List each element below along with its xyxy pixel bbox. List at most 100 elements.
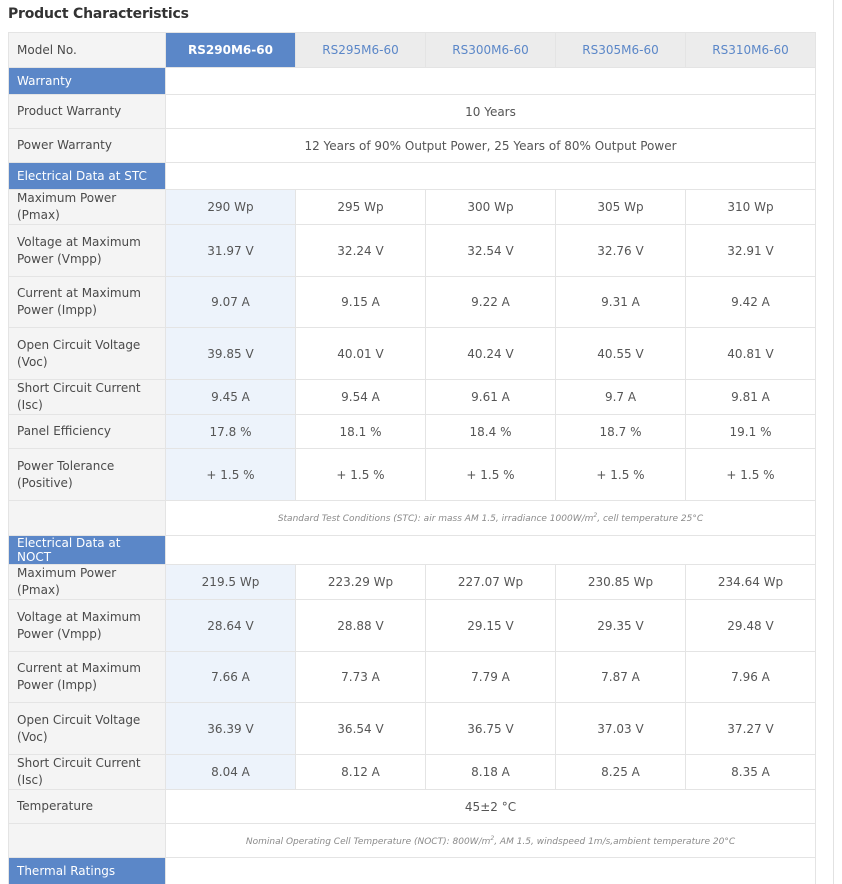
cell-value: 300 Wp — [425, 189, 556, 225]
cell-value: 310 Wp — [685, 189, 816, 225]
table-row: Open Circuit Voltage (Voc) 39.85 V 40.01… — [8, 327, 816, 380]
cell-value: 37.03 V — [555, 702, 686, 755]
cell-value: 9.54 A — [295, 379, 426, 415]
table-row: Short Circuit Current (Isc) 8.04 A 8.12 … — [8, 754, 816, 790]
cell-value: 40.55 V — [555, 327, 686, 380]
row-label: Maximum Power (Pmax) — [8, 564, 166, 600]
table-row: Maximum Power (Pmax) 290 Wp 295 Wp 300 W… — [8, 189, 816, 225]
tab-model-rs305m6-60[interactable]: RS305M6-60 — [555, 32, 686, 68]
cell-value: 39.85 V — [165, 327, 296, 380]
cell-value: 36.39 V — [165, 702, 296, 755]
section-title-warranty: Warranty — [8, 67, 166, 95]
row-label: Power Warranty — [8, 128, 166, 163]
row-label: Voltage at Maximum Power (Vmpp) — [8, 599, 166, 652]
cell-value: 234.64 Wp — [685, 564, 816, 600]
cell-value: 7.79 A — [425, 651, 556, 703]
cell-value: 7.96 A — [685, 651, 816, 703]
section-row-thermal: Thermal Ratings — [8, 857, 816, 884]
content-divider — [833, 0, 834, 884]
row-label: Voltage at Maximum Power (Vmpp) — [8, 224, 166, 277]
cell-value: 32.24 V — [295, 224, 426, 277]
cell-value: 28.64 V — [165, 599, 296, 652]
cell-value: 18.4 % — [425, 414, 556, 449]
model-header-row: Model No. RS290M6-60 RS295M6-60 RS300M6-… — [8, 32, 816, 68]
page-title: Product Characteristics — [8, 6, 189, 22]
cell-value: 29.35 V — [555, 599, 686, 652]
tab-model-rs295m6-60[interactable]: RS295M6-60 — [295, 32, 426, 68]
row-value: 45±2 °C — [165, 789, 816, 824]
cell-value: 8.25 A — [555, 754, 686, 790]
cell-value: 9.45 A — [165, 379, 296, 415]
table-row: Temperature 45±2 °C — [8, 789, 816, 824]
section-title-thermal: Thermal Ratings — [8, 857, 166, 884]
table-row: Voltage at Maximum Power (Vmpp) 31.97 V … — [8, 224, 816, 277]
row-label: Power Tolerance (Positive) — [8, 448, 166, 501]
cell-value: + 1.5 % — [555, 448, 686, 501]
cell-value: 17.8 % — [165, 414, 296, 449]
row-value: 12 Years of 90% Output Power, 25 Years o… — [165, 128, 816, 163]
cell-value: 36.75 V — [425, 702, 556, 755]
row-value: 10 Years — [165, 94, 816, 129]
cell-value: + 1.5 % — [165, 448, 296, 501]
cell-value: 9.07 A — [165, 276, 296, 328]
noct-note-row: Nominal Operating Cell Temperature (NOCT… — [8, 823, 816, 858]
cell-value: + 1.5 % — [685, 448, 816, 501]
cell-value: 29.48 V — [685, 599, 816, 652]
cell-value: 7.73 A — [295, 651, 426, 703]
cell-value: 32.54 V — [425, 224, 556, 277]
cell-value: 18.7 % — [555, 414, 686, 449]
cell-value: 32.76 V — [555, 224, 686, 277]
table-row: Product Warranty 10 Years — [8, 94, 816, 129]
cell-value: 230.85 Wp — [555, 564, 686, 600]
cell-value: 8.18 A — [425, 754, 556, 790]
product-characteristics-table: Model No. RS290M6-60 RS295M6-60 RS300M6-… — [8, 32, 816, 884]
row-label: Short Circuit Current (Isc) — [8, 379, 166, 415]
cell-value: 223.29 Wp — [295, 564, 426, 600]
row-label: Open Circuit Voltage (Voc) — [8, 327, 166, 380]
cell-value: 19.1 % — [685, 414, 816, 449]
cell-value: 7.66 A — [165, 651, 296, 703]
cell-value: 40.81 V — [685, 327, 816, 380]
cell-value: 18.1 % — [295, 414, 426, 449]
section-row-warranty: Warranty — [8, 67, 816, 95]
cell-value: 31.97 V — [165, 224, 296, 277]
stc-footnote: Standard Test Conditions (STC): air mass… — [165, 500, 816, 536]
table-row: Power Warranty 12 Years of 90% Output Po… — [8, 128, 816, 163]
cell-value: 37.27 V — [685, 702, 816, 755]
cell-value: 305 Wp — [555, 189, 686, 225]
section-title-noct: Electrical Data at NOCT — [8, 535, 166, 565]
row-label: Open Circuit Voltage (Voc) — [8, 702, 166, 755]
row-label: Short Circuit Current (Isc) — [8, 754, 166, 790]
tab-model-rs300m6-60[interactable]: RS300M6-60 — [425, 32, 556, 68]
cell-value: 290 Wp — [165, 189, 296, 225]
model-no-label: Model No. — [8, 32, 166, 68]
row-label: Current at Maximum Power (Impp) — [8, 276, 166, 328]
row-label: Temperature — [8, 789, 166, 824]
cell-value: 9.42 A — [685, 276, 816, 328]
table-row: Current at Maximum Power (Impp) 7.66 A 7… — [8, 651, 816, 703]
row-label: Product Warranty — [8, 94, 166, 129]
table-row: Short Circuit Current (Isc) 9.45 A 9.54 … — [8, 379, 816, 415]
table-row: Voltage at Maximum Power (Vmpp) 28.64 V … — [8, 599, 816, 652]
tab-model-rs310m6-60[interactable]: RS310M6-60 — [685, 32, 816, 68]
cell-value: 40.24 V — [425, 327, 556, 380]
cell-value: 9.7 A — [555, 379, 686, 415]
cell-value: 8.12 A — [295, 754, 426, 790]
table-row: Power Tolerance (Positive) + 1.5 % + 1.5… — [8, 448, 816, 501]
cell-value: 9.81 A — [685, 379, 816, 415]
table-row: Panel Efficiency 17.8 % 18.1 % 18.4 % 18… — [8, 414, 816, 449]
table-row: Open Circuit Voltage (Voc) 36.39 V 36.54… — [8, 702, 816, 755]
cell-value: 9.61 A — [425, 379, 556, 415]
cell-value: 227.07 Wp — [425, 564, 556, 600]
cell-value: + 1.5 % — [295, 448, 426, 501]
row-label: Current at Maximum Power (Impp) — [8, 651, 166, 703]
tab-model-rs290m6-60[interactable]: RS290M6-60 — [165, 32, 296, 68]
cell-value: 7.87 A — [555, 651, 686, 703]
cell-value: 32.91 V — [685, 224, 816, 277]
cell-value: 36.54 V — [295, 702, 426, 755]
cell-value: 9.15 A — [295, 276, 426, 328]
cell-value: 9.22 A — [425, 276, 556, 328]
cell-value: 28.88 V — [295, 599, 426, 652]
cell-value: + 1.5 % — [425, 448, 556, 501]
cell-value: 40.01 V — [295, 327, 426, 380]
